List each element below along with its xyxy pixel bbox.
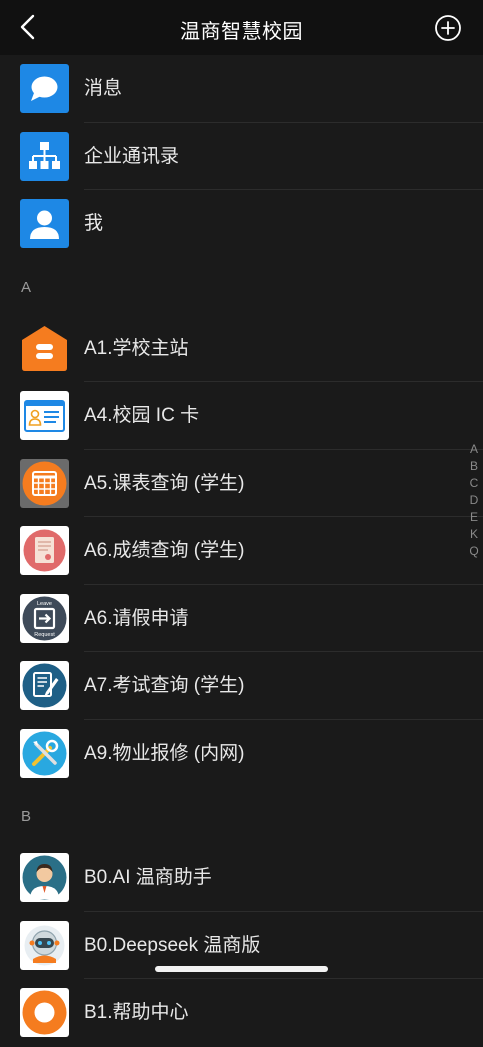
section-letter: A [21,278,32,296]
list-item-label: B0.AI 温商助手 [84,867,212,888]
list-item-directory[interactable]: 企业通讯录 [0,123,483,190]
repair-tools-icon [20,728,69,778]
list-item-label: A1.学校主站 [84,337,189,359]
list-item-me[interactable]: 我 [0,190,483,258]
school-home-icon [20,324,69,373]
home-indicator[interactable] [155,966,328,972]
section-letter: B [21,808,32,825]
index-letter[interactable]: K [466,526,482,543]
list-item-label: A9.物业报修 (内网) [84,742,245,764]
list-item-label: 我 [84,213,104,234]
page-title: 温商智慧校园 [180,21,303,43]
section-header-b: B [0,787,483,844]
list-item-a7[interactable]: A7.考试查询 (学生) [0,652,483,720]
add-button[interactable] [434,14,462,42]
navigation-bar: 温商智慧校园 [0,0,483,55]
list-item-a5[interactable]: A5.课表查询 (学生) [0,450,483,517]
list-item-b0-ai[interactable]: B0.AI 温商助手 [0,844,483,912]
index-letter[interactable]: C [466,475,482,492]
calendar-icon [20,458,69,508]
plus-circle-icon [435,15,461,41]
index-letter[interactable]: B [466,458,482,475]
list-item-label: A6.成绩查询 (学生) [84,540,245,561]
leave-badge-text: Leave [37,601,52,607]
list-item-a9[interactable]: A9.物业报修 (内网) [0,720,483,788]
leave-request-icon: Leave Request [20,593,69,643]
index-letter[interactable]: A [466,441,482,458]
list-item-a1[interactable]: A1.学校主站 [0,315,483,382]
exam-edit-icon [20,661,69,710]
list-item-label: B1.帮助中心 [84,1002,189,1023]
contact-list: 消息 企业通讯录 我 A A1.学校主站 A4.校园 IC 卡 A5.课表查询 … [0,55,483,1047]
list-item-label: 企业通讯录 [84,145,180,167]
index-letter[interactable]: D [466,492,482,509]
list-item-label: 消息 [84,78,123,99]
ai-assistant-avatar-icon [20,853,69,902]
report-card-icon [20,526,69,575]
alphabet-index[interactable]: A B C D E K Q [466,441,482,560]
list-item-a6-leave[interactable]: Leave Request A6.请假申请 [0,585,483,652]
index-letter[interactable]: E [466,509,482,526]
person-icon [20,199,69,248]
org-chart-icon [20,131,69,181]
deepseek-robot-icon [20,920,69,970]
list-item-a6-grades[interactable]: A6.成绩查询 (学生) [0,517,483,585]
list-item-a4[interactable]: A4.校园 IC 卡 [0,382,483,450]
request-badge-text: Request [34,632,55,638]
section-header-a: A [0,258,483,315]
list-item-label: A4.校园 IC 卡 [84,405,200,426]
list-item-label: A7.考试查询 (学生) [84,675,245,696]
index-letter[interactable]: Q [466,543,482,560]
help-center-icon [20,988,69,1037]
list-item-b1[interactable]: B1.帮助中心 [0,979,483,1047]
list-item-messages[interactable]: 消息 [0,55,483,123]
chat-bubble-icon [20,64,69,113]
list-item-label: A6.请假申请 [84,607,189,629]
id-card-icon [20,391,69,440]
list-item-label: A5.课表查询 (学生) [84,472,245,494]
